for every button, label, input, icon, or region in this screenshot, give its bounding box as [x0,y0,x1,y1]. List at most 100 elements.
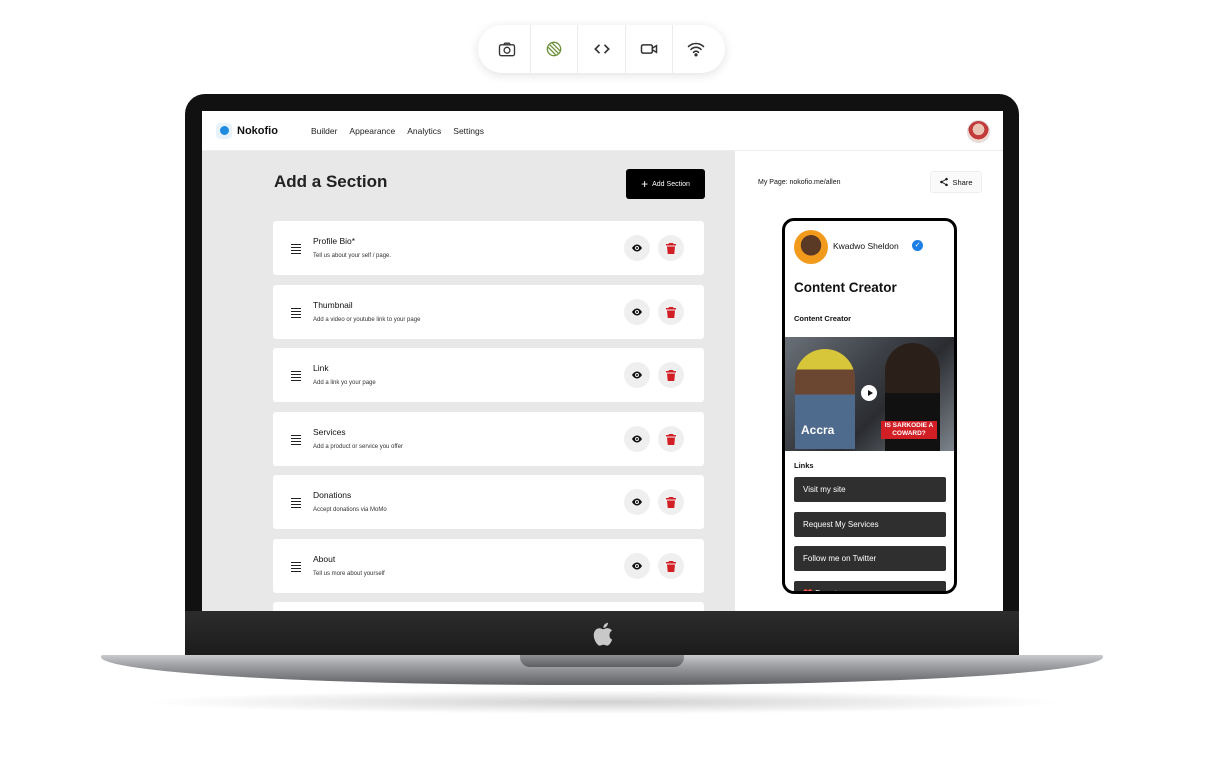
top-navigation: Nokofio Builder Appearance Analytics Set… [202,111,1003,151]
nav-settings[interactable]: Settings [453,126,484,136]
share-button[interactable]: Share [930,171,982,193]
rotate-button[interactable] [531,25,579,73]
apple-logo-icon [593,622,613,646]
delete-section-button[interactable] [658,235,684,261]
section-card-about[interactable]: About Tell us more about yourself [273,539,704,593]
mockup-toolbar [478,25,725,73]
verified-badge-icon: ✓ [912,240,923,251]
trash-icon [666,369,676,381]
section-card-donations[interactable]: Donations Accept donations via MoMo [273,475,704,529]
toggle-visibility-button[interactable] [624,362,650,388]
profile-avatar [794,230,828,264]
laptop-notch [520,655,684,667]
video-tag: IS SARKODIE A COWARD? [881,421,937,439]
trash-icon [666,433,676,445]
user-avatar[interactable] [967,120,990,143]
preview-panel: My Page: nokofio.me/allen Share Kwadwo S… [735,151,1003,611]
section-subtitle: Add a product or service you offer [313,444,403,450]
trash-icon [666,306,676,318]
eye-icon [632,562,642,570]
section-subtitle: Tell us about your self / page. [313,253,392,259]
share-icon [940,177,949,187]
eye-icon [632,435,642,443]
eye-icon [632,498,642,506]
section-title: Profile Bio* [313,236,356,246]
network-button[interactable] [673,25,719,73]
toggle-visibility-button[interactable] [624,553,650,579]
brand-mark-icon [216,122,232,139]
section-card-link[interactable]: Link Add a link yo your page [273,348,704,402]
add-section-label: Add Section [652,180,690,188]
wifi-icon [687,42,705,57]
drag-handle-icon[interactable] [291,435,301,447]
laptop-shadow [140,690,1070,714]
section-card-thumbnail[interactable]: Thumbnail Add a video or youtube link to… [273,285,704,339]
video-thumbnail[interactable]: Accra IS SARKODIE A COWARD? [785,337,954,451]
camera-icon [498,42,516,57]
section-title: About [313,554,336,564]
eye-icon [632,308,642,316]
section-title: Link [313,363,329,373]
drag-handle-icon[interactable] [291,371,301,383]
brand-logo[interactable]: Nokofio [216,122,278,139]
page-title: Add a Section [274,172,388,191]
device-mockup-stage: Nokofio Builder Appearance Analytics Set… [0,0,1214,782]
profile-headline: Content Creator [794,280,897,295]
section-title: Services [313,427,346,437]
nav-appearance[interactable]: Appearance [349,126,395,136]
section-subtitle: Add a video or youtube link to your page [313,317,421,323]
record-video-button[interactable] [626,25,673,73]
drag-handle-icon[interactable] [291,562,301,574]
brand-name: Nokofio [237,124,278,137]
trash-icon [666,242,676,254]
section-card-services[interactable]: Services Add a product or service you of… [273,412,704,466]
add-section-button[interactable]: + Add Section [626,169,705,199]
profile-name: Kwadwo Sheldon [833,241,899,251]
plus-icon: + [641,177,649,191]
screenshot-button[interactable] [484,25,532,73]
embed-code-button[interactable] [578,25,626,73]
section-title: Thumbnail [313,300,353,310]
video-icon [640,44,657,54]
drag-handle-icon[interactable] [291,498,301,510]
delete-section-button[interactable] [658,489,684,515]
delete-section-button[interactable] [658,362,684,388]
link-button-request-services[interactable]: Request My Services [794,512,946,537]
toggle-visibility-button[interactable] [624,426,650,452]
my-page-url[interactable]: My Page: nokofio.me/allen [758,179,841,186]
link-button-follow-twitter[interactable]: Follow me on Twitter [794,546,946,571]
section-subtitle: Accept donations via MoMo [313,507,387,513]
play-icon[interactable] [861,385,877,401]
nav-analytics[interactable]: Analytics [407,126,441,136]
delete-section-button[interactable] [658,299,684,325]
nav-links: Builder Appearance Analytics Settings [311,126,484,136]
drag-handle-icon[interactable] [291,308,301,320]
code-icon [593,44,610,54]
section-card-profile-bio[interactable]: Profile Bio* Tell us about your self / p… [273,221,704,275]
trash-icon [666,560,676,572]
links-label: Links [794,461,814,470]
eye-icon [632,244,642,252]
section-card-partial[interactable] [273,602,704,611]
toggle-visibility-button[interactable] [624,299,650,325]
rotate-icon [546,41,562,57]
laptop-screen: Nokofio Builder Appearance Analytics Set… [202,111,1003,611]
builder-panel: Add a Section + Add Section Profile Bio*… [202,151,735,611]
delete-section-button[interactable] [658,553,684,579]
nav-builder[interactable]: Builder [311,126,337,136]
link-button-visit-site[interactable]: Visit my site [794,477,946,502]
section-title: Donations [313,490,352,500]
section-subtitle: Tell us more about yourself [313,571,385,577]
drag-handle-icon[interactable] [291,244,301,256]
video-overlay-text: Accra [801,423,835,437]
toggle-visibility-button[interactable] [624,489,650,515]
delete-section-button[interactable] [658,426,684,452]
phone-preview: Kwadwo Sheldon ✓ Content Creator Content… [782,218,957,594]
link-button-donate[interactable]: ❤️ Donate [794,581,946,591]
section-subtitle: Add a link yo your page [313,380,376,386]
profile-subheadline: Content Creator [794,314,852,323]
share-label: Share [952,177,973,187]
eye-icon [632,371,642,379]
toggle-visibility-button[interactable] [624,235,650,261]
trash-icon [666,496,676,508]
